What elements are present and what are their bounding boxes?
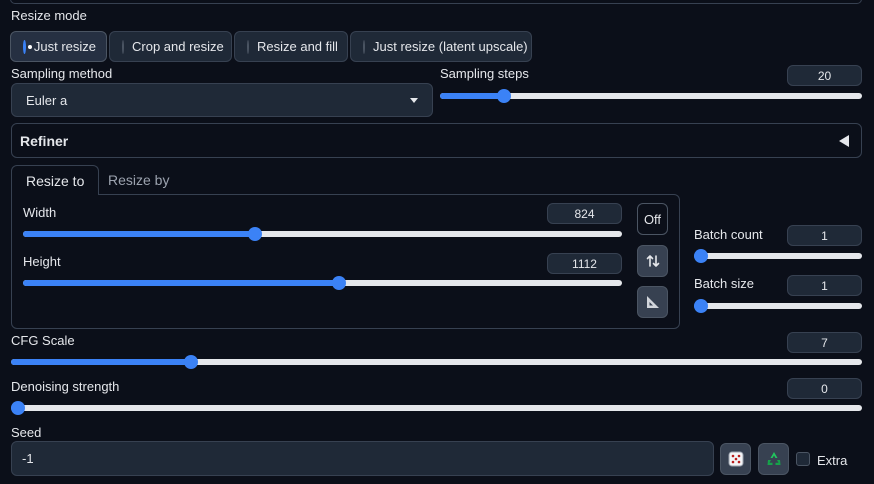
random-seed-button[interactable] <box>720 443 751 475</box>
batch-size-label: Batch size <box>694 276 754 291</box>
reuse-seed-button[interactable] <box>758 443 789 475</box>
height-slider[interactable] <box>23 274 622 292</box>
hires-off-button[interactable]: Off <box>637 203 668 235</box>
radio-just-resize-latent-upscale[interactable]: Just resize (latent upscale) <box>350 31 532 62</box>
collapse-triangle-icon[interactable] <box>839 134 849 147</box>
slider-thumb[interactable] <box>497 89 512 103</box>
refiner-accordion[interactable]: Refiner <box>11 123 862 158</box>
batch-size-input[interactable]: 1 <box>787 275 862 296</box>
batch-count-label: Batch count <box>694 227 763 242</box>
radio-unchecked-icon <box>247 39 249 54</box>
sampling-method-dropdown[interactable]: Euler a <box>11 83 433 117</box>
denoising-strength-input[interactable]: 0 <box>787 378 862 399</box>
cfg-scale-input[interactable]: 7 <box>787 332 862 353</box>
top-panel-edge <box>10 0 862 4</box>
cfg-scale-slider[interactable] <box>11 353 862 371</box>
radio-unchecked-icon <box>122 39 124 54</box>
height-input[interactable]: 1112 <box>547 253 622 274</box>
slider-thumb[interactable] <box>184 355 199 369</box>
radio-checked-icon <box>23 39 32 54</box>
seed-input[interactable]: -1 <box>11 441 714 476</box>
width-input[interactable]: 824 <box>547 203 622 224</box>
sampling-method-value: Euler a <box>26 92 68 108</box>
swap-arrows-icon <box>646 255 659 267</box>
sampling-method-label: Sampling method <box>11 66 113 81</box>
extra-seed-checkbox[interactable] <box>796 452 810 466</box>
slider-thumb[interactable] <box>694 299 708 313</box>
slider-thumb[interactable] <box>694 249 708 263</box>
denoising-strength-slider[interactable] <box>11 399 862 417</box>
width-label: Width <box>23 205 57 220</box>
seed-value: -1 <box>22 451 34 466</box>
cfg-scale-label: CFG Scale <box>11 333 75 348</box>
height-label: Height <box>23 254 61 269</box>
batch-size-slider[interactable] <box>694 297 862 315</box>
slider-thumb[interactable] <box>248 227 263 241</box>
resize-mode-radio-group: Just resize Crop and resize Resize and f… <box>10 31 532 62</box>
tab-resize-to[interactable]: Resize to <box>11 165 100 195</box>
radio-unchecked-icon <box>363 39 365 54</box>
batch-count-input[interactable]: 1 <box>787 225 862 246</box>
chevron-down-icon <box>410 97 418 103</box>
sampling-steps-input[interactable]: 20 <box>787 65 862 86</box>
sampling-steps-slider[interactable] <box>440 87 862 105</box>
tab-resize-by[interactable]: Resize by <box>94 165 183 195</box>
refiner-title: Refiner <box>20 132 69 149</box>
radio-just-resize[interactable]: Just resize <box>10 31 107 62</box>
seed-label: Seed <box>11 425 42 440</box>
width-slider[interactable] <box>23 225 622 243</box>
set-square-icon <box>646 296 659 308</box>
extra-label: Extra <box>817 453 848 468</box>
swap-dimensions-button[interactable] <box>637 245 668 277</box>
slider-thumb[interactable] <box>331 276 346 290</box>
radio-crop-and-resize[interactable]: Crop and resize <box>109 31 232 62</box>
slider-thumb[interactable] <box>11 401 25 415</box>
resize-mode-label: Resize mode <box>11 8 87 23</box>
aspect-ratio-button[interactable] <box>637 286 668 318</box>
recycle-icon <box>767 452 780 465</box>
radio-resize-and-fill[interactable]: Resize and fill <box>234 31 348 62</box>
batch-count-slider[interactable] <box>694 247 862 265</box>
sampling-steps-label: Sampling steps <box>440 66 529 81</box>
denoising-strength-label: Denoising strength <box>11 379 120 394</box>
dice-icon <box>728 451 743 467</box>
